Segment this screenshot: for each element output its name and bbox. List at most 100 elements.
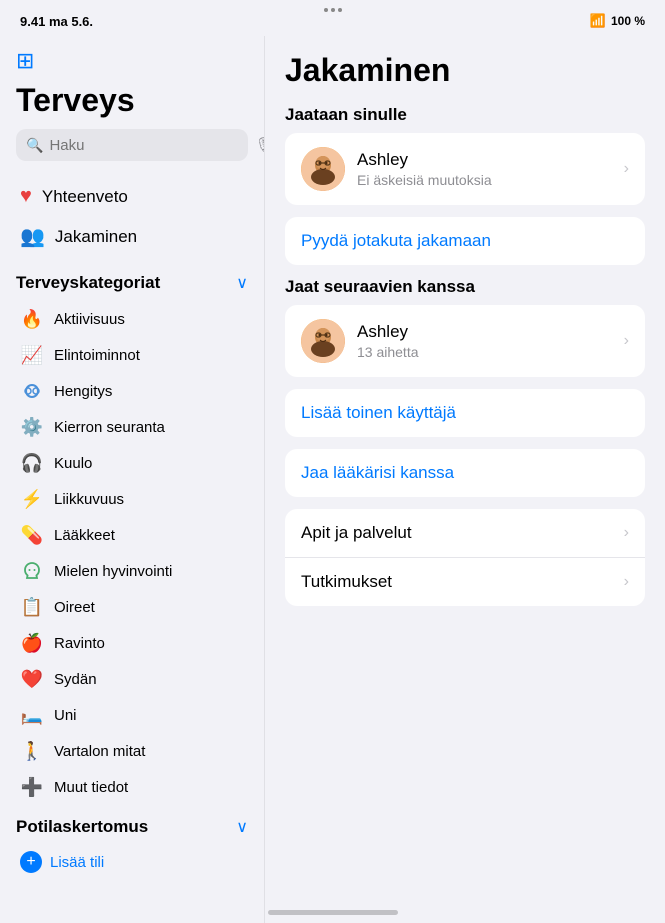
laakkeet-icon: 💊 [20, 523, 44, 547]
category-elintoiminnot[interactable]: 📈 Elintoiminnot [16, 337, 248, 373]
ravinto-icon: 🍎 [20, 631, 44, 655]
main-layout: ⊞ Terveys 🔍 🎙 ♥ Yhteenveto 👥 Jakaminen T… [0, 36, 665, 923]
jaat-seuraavien-card: Ashley 13 aihetta › [285, 305, 645, 377]
category-ravinto[interactable]: 🍎 Ravinto [16, 625, 248, 661]
battery-label: 100 % [611, 14, 645, 28]
category-mielen-hyvinvointi[interactable]: Mielen hyvinvointi [16, 553, 248, 589]
kuulo-icon: 🎧 [20, 451, 44, 475]
jaat-seuraavien-label: Jaat seuraavien kanssa [285, 277, 645, 297]
potilaskertomus-chevron[interactable]: ∨ [236, 817, 248, 837]
potilaskertomus-header: Potilaskertomus ∨ [16, 817, 248, 837]
category-vartalon-mitat[interactable]: 🚶 Vartalon mitat [16, 733, 248, 769]
sidebar-layout-icon[interactable]: ⊞ [16, 48, 248, 74]
tutkimukset-chevron: › [624, 573, 629, 591]
ashley-info-sharing: Ashley 13 aihetta [357, 322, 612, 360]
lisaa-kayttaja-label: Lisää toinen käyttäjä [301, 403, 629, 423]
elintoiminnot-icon: 📈 [20, 343, 44, 367]
lisaa-tili-label: Lisää tili [50, 854, 104, 871]
category-muut-tiedot[interactable]: ➕ Muut tiedot [16, 769, 248, 805]
nav-items: ♥ Yhteenveto 👥 Jakaminen [16, 177, 248, 257]
sydan-icon: ❤️ [20, 667, 44, 691]
sidebar: ⊞ Terveys 🔍 🎙 ♥ Yhteenveto 👥 Jakaminen T… [0, 36, 265, 923]
pyyda-row[interactable]: Pyydä jotakuta jakamaan [285, 217, 645, 265]
status-right: 📶 100 % [590, 13, 645, 29]
potilaskertomus-title: Potilaskertomus [16, 817, 148, 837]
category-label-kuulo: Kuulo [54, 455, 92, 472]
plus-circle-icon: + [20, 851, 42, 873]
search-input[interactable] [49, 137, 248, 154]
sidebar-item-yhteenveto[interactable]: ♥ Yhteenveto [16, 177, 248, 216]
ashley-name-shared: Ashley [357, 150, 612, 170]
category-oireet[interactable]: 📋 Oireet [16, 589, 248, 625]
ashley-sharing-chevron: › [624, 332, 629, 350]
category-hengitys[interactable]: Hengitys [16, 373, 248, 409]
category-label-laakkeet: Lääkkeet [54, 527, 115, 544]
jaa-laakari-card[interactable]: Jaa lääkärisi kanssa [285, 449, 645, 497]
uni-icon: 🛏️ [20, 703, 44, 727]
apit-tutkimukset-card: Apit ja palvelut › Tutkimukset › [285, 509, 645, 606]
apit-label: Apit ja palvelut [301, 523, 624, 543]
ashley-info-shared: Ashley Ei äskeisiä muutoksia [357, 150, 612, 188]
category-label-uni: Uni [54, 707, 77, 724]
sharing-ashley-row[interactable]: Ashley 13 aihetta › [285, 305, 645, 377]
home-indicator [268, 910, 398, 915]
top-dots [324, 8, 342, 12]
category-label-mielen: Mielen hyvinvointi [54, 563, 172, 580]
status-bar: 9.41 ma 5.6. 📶 100 % [0, 0, 665, 36]
lisaa-tili-button[interactable]: + Lisää tili [16, 845, 248, 879]
mielen-icon [20, 559, 44, 583]
categories-title: Terveyskategoriat [16, 273, 160, 293]
category-label-aktiivisuus: Aktiivisuus [54, 311, 125, 328]
search-box[interactable]: 🔍 🎙 [16, 129, 248, 161]
apit-row[interactable]: Apit ja palvelut › [285, 509, 645, 558]
tutkimukset-label: Tutkimukset [301, 572, 624, 592]
jaa-laakari-row[interactable]: Jaa lääkärisi kanssa [285, 449, 645, 497]
category-laakkeet[interactable]: 💊 Lääkkeet [16, 517, 248, 553]
pyyda-label: Pyydä jotakuta jakamaan [301, 231, 629, 251]
ashley-name-sharing: Ashley [357, 322, 612, 342]
category-label-ravinto: Ravinto [54, 635, 105, 652]
people-icon: 👥 [20, 224, 45, 249]
nav-label-yhteenveto: Yhteenveto [42, 187, 128, 207]
lisaa-kayttaja-card[interactable]: Lisää toinen käyttäjä [285, 389, 645, 437]
vartalon-icon: 🚶 [20, 739, 44, 763]
sidebar-item-jakaminen[interactable]: 👥 Jakaminen [16, 216, 248, 257]
content-area: Jakaminen Jaataan sinulle [265, 36, 665, 923]
search-icon: 🔍 [26, 137, 43, 154]
nav-label-jakaminen: Jakaminen [55, 227, 137, 247]
wifi-icon: 📶 [590, 13, 606, 29]
jaetaan-sinulle-label: Jaataan sinulle [285, 105, 645, 125]
pyyda-card[interactable]: Pyydä jotakuta jakamaan [285, 217, 645, 265]
tutkimukset-row[interactable]: Tutkimukset › [285, 558, 645, 606]
category-list: 🔥 Aktiivisuus 📈 Elintoiminnot Hengitys [16, 301, 248, 805]
status-time: 9.41 ma 5.6. [20, 14, 93, 29]
aktiivisuus-icon: 🔥 [20, 307, 44, 331]
microphone-icon: 🎙 [254, 136, 265, 154]
category-sydan[interactable]: ❤️ Sydän [16, 661, 248, 697]
category-label-vartalon: Vartalon mitat [54, 743, 145, 760]
category-kierron-seuranta[interactable]: ⚙️ Kierron seuranta [16, 409, 248, 445]
categories-chevron[interactable]: ∨ [236, 273, 248, 293]
ashley-sub-shared: Ei äskeisiä muutoksia [357, 172, 612, 188]
category-aktiivisuus[interactable]: 🔥 Aktiivisuus [16, 301, 248, 337]
hengitys-icon [20, 379, 44, 403]
category-kuulo[interactable]: 🎧 Kuulo [16, 445, 248, 481]
category-label-elintoiminnot: Elintoiminnot [54, 347, 140, 364]
layout-icon: ⊞ [16, 48, 34, 73]
content-title: Jakaminen [285, 52, 645, 89]
categories-header: Terveyskategoriat ∨ [16, 273, 248, 293]
category-label-hengitys: Hengitys [54, 383, 112, 400]
ashley-avatar-sharing [301, 319, 345, 363]
jaetaan-sinulle-card: Ashley Ei äskeisiä muutoksia › [285, 133, 645, 205]
category-uni[interactable]: 🛏️ Uni [16, 697, 248, 733]
ashley-shared-chevron: › [624, 160, 629, 178]
lisaa-kayttaja-row[interactable]: Lisää toinen käyttäjä [285, 389, 645, 437]
category-label-oireet: Oireet [54, 599, 95, 616]
category-label-kierron: Kierron seuranta [54, 419, 165, 436]
category-label-sydan: Sydän [54, 671, 97, 688]
potilaskertomus-section: Potilaskertomus ∨ + Lisää tili [16, 817, 248, 879]
ashley-avatar-shared [301, 147, 345, 191]
shared-ashley-row[interactable]: Ashley Ei äskeisiä muutoksia › [285, 133, 645, 205]
category-liikkuvuus[interactable]: ⚡ Liikkuvuus [16, 481, 248, 517]
category-label-liikkuvuus: Liikkuvuus [54, 491, 124, 508]
